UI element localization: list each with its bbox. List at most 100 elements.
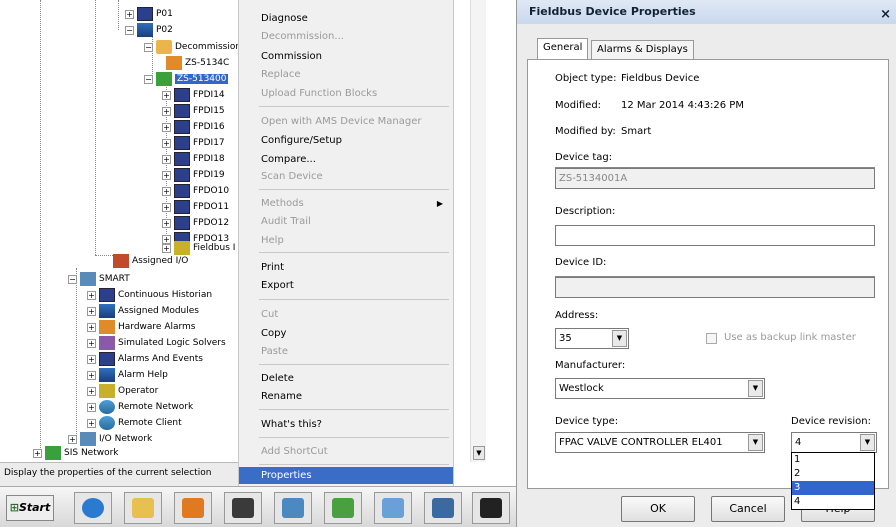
- tree-item[interactable]: + FPDI18: [162, 151, 225, 167]
- menu-item-configure-setup[interactable]: Configure/Setup: [239, 132, 453, 149]
- address-select[interactable]: 35 ▼: [555, 328, 629, 349]
- device-revision-select[interactable]: 4 ▼: [791, 432, 877, 453]
- function-block-icon: [174, 88, 190, 102]
- menu-item-properties[interactable]: Properties: [239, 467, 453, 484]
- menu-item-copy[interactable]: Copy: [239, 325, 453, 342]
- tree-item[interactable]: + SIS Network: [33, 445, 119, 461]
- menu-item-compare[interactable]: Compare...: [239, 151, 453, 168]
- dialog-title-bar[interactable]: Fieldbus Device Properties ×: [517, 0, 896, 24]
- dropdown-option[interactable]: 1: [792, 453, 874, 467]
- tree-item[interactable]: + Remote Network: [87, 399, 193, 415]
- tree-item[interactable]: + Remote Client: [87, 415, 182, 431]
- expand-icon[interactable]: +: [162, 106, 171, 116]
- expand-icon[interactable]: +: [87, 402, 96, 412]
- dropdown-option[interactable]: 2: [792, 467, 874, 481]
- expand-icon[interactable]: +: [87, 418, 96, 428]
- chevron-down-icon[interactable]: ▼: [748, 434, 763, 451]
- tree-item[interactable]: ZS-5134C: [166, 55, 229, 71]
- tree-item[interactable]: + FPDO10: [162, 183, 229, 199]
- tree-item[interactable]: − SMART: [68, 271, 130, 287]
- expand-icon[interactable]: +: [33, 448, 42, 458]
- chevron-down-icon[interactable]: ▼: [860, 434, 875, 451]
- tree-item[interactable]: + FPDI16: [162, 119, 225, 135]
- menu-item-diagnose[interactable]: Diagnose: [239, 10, 453, 27]
- tree-item[interactable]: + FPDI15: [162, 103, 225, 119]
- description-field[interactable]: [555, 225, 875, 246]
- scroll-down-icon[interactable]: ▼: [473, 446, 485, 460]
- tree-item[interactable]: + FPDI14: [162, 87, 225, 103]
- expand-icon[interactable]: +: [162, 202, 171, 212]
- start-button[interactable]: ⊞Start: [6, 495, 54, 521]
- menu-item-export[interactable]: Export: [239, 277, 453, 294]
- tree-item[interactable]: + Hardware Alarms: [87, 319, 195, 335]
- dropdown-option[interactable]: 4: [792, 495, 874, 509]
- expand-icon[interactable]: +: [87, 354, 96, 364]
- taskbar-button[interactable]: [472, 492, 510, 524]
- expand-icon[interactable]: +: [162, 186, 171, 196]
- tree-item[interactable]: + P01: [125, 6, 173, 22]
- menu-item-commission[interactable]: Commission: [239, 48, 453, 65]
- collapse-icon[interactable]: −: [68, 274, 77, 284]
- taskbar-button[interactable]: [374, 492, 412, 524]
- expand-icon[interactable]: +: [68, 434, 77, 444]
- menu-item-whats-this[interactable]: What's this?: [239, 416, 453, 433]
- tab-alarms-displays[interactable]: Alarms & Displays: [591, 40, 694, 60]
- tab-general[interactable]: General: [537, 38, 589, 60]
- taskbar-button[interactable]: [424, 492, 462, 524]
- expand-icon[interactable]: +: [125, 9, 134, 19]
- taskbar-button[interactable]: [124, 492, 162, 524]
- taskbar-button[interactable]: [274, 492, 312, 524]
- tree-item[interactable]: + FPDO12: [162, 215, 229, 231]
- expand-icon[interactable]: +: [162, 138, 171, 148]
- function-block-icon: [174, 200, 190, 214]
- tree-item[interactable]: + Alarms And Events: [87, 351, 203, 367]
- taskbar-button[interactable]: [324, 492, 362, 524]
- tree-item-label: Fieldbus I: [193, 243, 236, 253]
- expand-icon[interactable]: +: [162, 243, 171, 253]
- collapse-icon[interactable]: −: [144, 74, 153, 84]
- chevron-down-icon[interactable]: ▼: [748, 380, 763, 397]
- ok-button[interactable]: OK: [621, 496, 695, 522]
- tree-item[interactable]: + Alarm Help: [87, 367, 168, 383]
- tree-item[interactable]: + Operator: [87, 383, 158, 399]
- device-type-select[interactable]: FPAC VALVE CONTROLLER EL401 ▼: [555, 432, 765, 453]
- expand-icon[interactable]: +: [162, 122, 171, 132]
- tree-item[interactable]: + FPDI19: [162, 167, 225, 183]
- expand-icon[interactable]: +: [87, 386, 96, 396]
- modified-value: 12 Mar 2014 4:43:26 PM: [621, 100, 744, 111]
- expand-icon[interactable]: +: [87, 338, 96, 348]
- collapse-icon[interactable]: −: [144, 42, 153, 52]
- menu-item-rename[interactable]: Rename: [239, 388, 453, 405]
- tree-item[interactable]: + FPDO11: [162, 199, 229, 215]
- manufacturer-select[interactable]: Westlock ▼: [555, 378, 765, 399]
- expand-icon[interactable]: +: [162, 90, 171, 100]
- menu-separator: [259, 364, 449, 365]
- menu-item-print[interactable]: Print: [239, 259, 453, 276]
- tree-item[interactable]: + Continuous Historian: [87, 287, 212, 303]
- menu-item-delete[interactable]: Delete: [239, 370, 453, 387]
- expand-icon[interactable]: +: [162, 170, 171, 180]
- tree-item[interactable]: − Decommission: [144, 39, 238, 55]
- dropdown-option-highlighted[interactable]: 3: [792, 481, 874, 495]
- expand-icon[interactable]: +: [162, 218, 171, 228]
- cancel-button[interactable]: Cancel: [711, 496, 785, 522]
- collapse-icon[interactable]: −: [125, 25, 134, 35]
- tree-item[interactable]: + FPDI17: [162, 135, 225, 151]
- tree-item-selected[interactable]: − ZS-513400: [144, 71, 229, 87]
- tree-item[interactable]: + Assigned Modules: [87, 303, 199, 319]
- close-icon[interactable]: ×: [880, 3, 891, 27]
- taskbar-button[interactable]: [74, 492, 112, 524]
- tree-item[interactable]: + Simulated Logic Solvers: [87, 335, 226, 351]
- expand-icon[interactable]: +: [87, 322, 96, 332]
- tree-item[interactable]: Assigned I/O: [113, 253, 188, 269]
- expand-icon[interactable]: +: [162, 154, 171, 164]
- expand-icon[interactable]: +: [87, 290, 96, 300]
- taskbar-button[interactable]: [224, 492, 262, 524]
- taskbar-button[interactable]: [174, 492, 212, 524]
- chevron-down-icon[interactable]: ▼: [612, 330, 627, 347]
- expand-icon[interactable]: +: [87, 306, 96, 316]
- controller-icon: [137, 23, 153, 37]
- tree-item[interactable]: − P02: [125, 22, 173, 38]
- vertical-scrollbar[interactable]: ▼: [470, 0, 486, 462]
- expand-icon[interactable]: +: [87, 370, 96, 380]
